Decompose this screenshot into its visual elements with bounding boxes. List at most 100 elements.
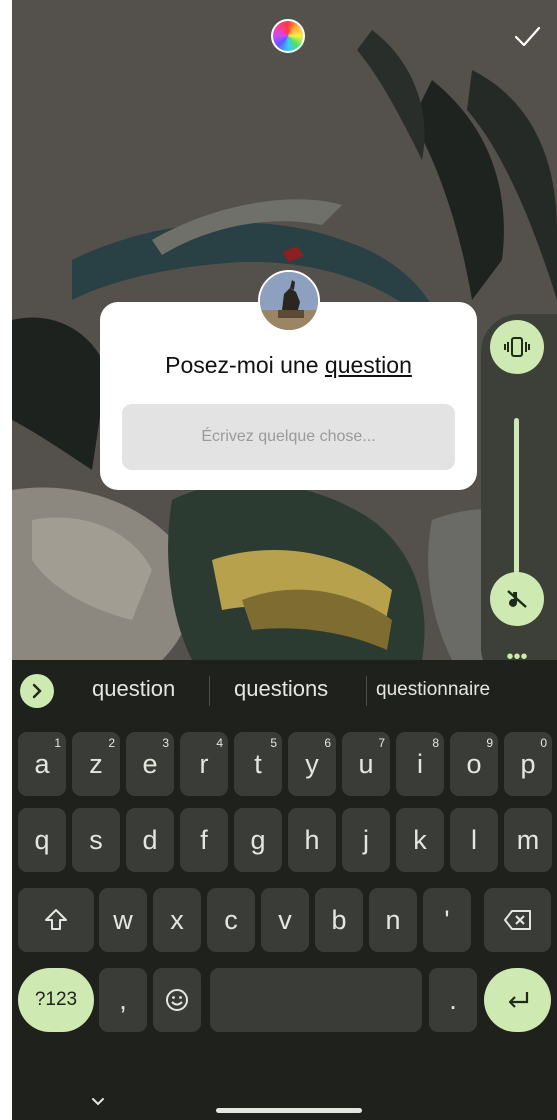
suggestion-item[interactable]: questions: [234, 676, 328, 702]
key-label: q: [34, 824, 50, 855]
key-label: k: [413, 824, 427, 855]
notifications-off-icon: [507, 590, 527, 608]
key-label: u: [358, 748, 374, 779]
key-label: ?123: [34, 989, 78, 1010]
key-hint: 9: [486, 736, 493, 750]
color-picker-button[interactable]: [271, 19, 305, 53]
key[interactable]: r4: [180, 732, 228, 796]
suggestion-item[interactable]: questionnaire: [376, 679, 496, 701]
key-hint: 5: [270, 736, 277, 750]
key-label: i: [417, 748, 423, 779]
emoji-icon: [166, 989, 188, 1011]
key-label: r: [199, 748, 209, 779]
key-label: g: [250, 824, 266, 855]
key[interactable]: b: [315, 888, 363, 952]
key[interactable]: i8: [396, 732, 444, 796]
key-hint: 8: [432, 736, 439, 750]
keyboard: question questions questionnaire a1 z2 e…: [12, 660, 557, 1120]
left-edge: [0, 0, 12, 1120]
navigation-bar: [12, 1080, 557, 1120]
key-label: y: [305, 748, 319, 779]
key-label: n: [385, 904, 401, 935]
key-label: v: [278, 904, 292, 935]
key[interactable]: k: [396, 808, 444, 872]
key-hint: 3: [162, 736, 169, 750]
key-label: m: [516, 824, 540, 855]
avatar: [258, 270, 320, 332]
key-label: t: [254, 748, 262, 779]
key[interactable]: e3: [126, 732, 174, 796]
sticker-title-prefix: Posez-moi une: [165, 352, 325, 378]
chevron-right-icon: [32, 683, 42, 699]
done-button[interactable]: [512, 22, 542, 52]
vibrate-mode-button[interactable]: [490, 320, 544, 374]
space-key[interactable]: [210, 968, 422, 1032]
key-label: ,: [119, 984, 127, 1015]
emoji-key[interactable]: [153, 968, 201, 1032]
key[interactable]: q: [18, 808, 66, 872]
home-gesture-handle[interactable]: [216, 1108, 362, 1113]
key[interactable]: g: [234, 808, 282, 872]
comma-key[interactable]: ,: [99, 968, 147, 1032]
checkmark-icon: [514, 26, 541, 47]
key-hint: 2: [108, 736, 115, 750]
key-hint: 4: [216, 736, 223, 750]
key-label: f: [200, 824, 208, 855]
key[interactable]: d: [126, 808, 174, 872]
key-label: h: [304, 824, 320, 855]
key-label: d: [142, 824, 158, 855]
key[interactable]: a1: [18, 732, 66, 796]
key-label: ': [444, 904, 450, 935]
key[interactable]: x: [153, 888, 201, 952]
key-label: l: [471, 824, 477, 855]
symbols-key[interactable]: ?123: [18, 968, 94, 1032]
sticker-answer-placeholder: Écrivez quelque chose...: [201, 428, 376, 445]
suggestion-expand-button[interactable]: [20, 674, 54, 708]
key[interactable]: n: [369, 888, 417, 952]
key[interactable]: y6: [288, 732, 336, 796]
backspace-key[interactable]: [484, 888, 551, 952]
key[interactable]: u7: [342, 732, 390, 796]
key[interactable]: h: [288, 808, 336, 872]
key[interactable]: m: [504, 808, 552, 872]
story-editor: Posez-moi une question Écrivez quelque c…: [12, 0, 557, 1120]
suggestion-item[interactable]: question: [92, 676, 175, 702]
key[interactable]: w: [99, 888, 147, 952]
key-label: c: [224, 904, 238, 935]
enter-key[interactable]: [484, 968, 551, 1032]
key[interactable]: l: [450, 808, 498, 872]
key[interactable]: c: [207, 888, 255, 952]
sticker-title-emphasis: question: [324, 352, 412, 378]
key-label: .: [449, 984, 457, 1015]
key-label: a: [34, 748, 50, 779]
suggestion-bar: question questions questionnaire: [12, 660, 557, 720]
sticker-title: Posez-moi une question: [100, 352, 477, 379]
key[interactable]: o9: [450, 732, 498, 796]
sticker-answer-field[interactable]: Écrivez quelque chose...: [122, 404, 455, 470]
enter-icon: [508, 992, 528, 1008]
key-label: j: [363, 824, 369, 855]
hide-keyboard-button[interactable]: [87, 1090, 109, 1112]
key[interactable]: f: [180, 808, 228, 872]
key[interactable]: z2: [72, 732, 120, 796]
vibrate-icon: [504, 337, 530, 357]
key-label: e: [142, 748, 158, 779]
key-hint: 0: [540, 736, 547, 750]
key-hint: 6: [324, 736, 331, 750]
shift-icon: [45, 909, 67, 930]
shift-key[interactable]: [18, 888, 94, 952]
key[interactable]: ': [423, 888, 471, 952]
backspace-icon: [503, 910, 531, 930]
suggestion-divider: [209, 676, 210, 706]
key-label: s: [89, 824, 103, 855]
notifications-mute-button[interactable]: [490, 572, 544, 626]
period-key[interactable]: .: [429, 968, 477, 1032]
chevron-down-icon: [92, 1098, 104, 1106]
volume-slider[interactable]: [514, 418, 519, 588]
key[interactable]: v: [261, 888, 309, 952]
key[interactable]: p0: [504, 732, 552, 796]
key[interactable]: t5: [234, 732, 282, 796]
key-label: p: [520, 748, 536, 779]
key[interactable]: j: [342, 808, 390, 872]
key[interactable]: s: [72, 808, 120, 872]
